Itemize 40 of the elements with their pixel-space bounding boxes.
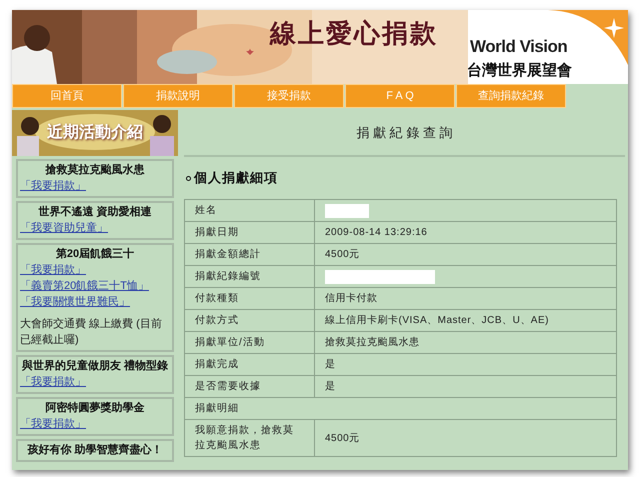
label-cell: 付款方式 bbox=[185, 310, 315, 331]
label-cell: 我願意捐款，搶救莫拉克颱風水患 bbox=[185, 420, 315, 456]
value-cell-text: 4500元 bbox=[324, 248, 361, 262]
logo-subtitle: 台灣世界展望會 bbox=[467, 61, 572, 81]
label-cell: 捐獻金額總計 bbox=[185, 244, 315, 265]
activity-link[interactable]: 「義賣第20飢餓三十T恤」 bbox=[20, 278, 149, 294]
activity-link[interactable]: 「我要捐款」 bbox=[20, 178, 86, 194]
logo-text: World Vision bbox=[470, 36, 568, 58]
activity-link[interactable]: 「我要關懷世界難民」 bbox=[20, 294, 130, 310]
value-cell-text: 線上信用卡刷卡(VISA、Master、JCB、U、AE) bbox=[324, 314, 550, 328]
label-cell: 捐獻日期 bbox=[185, 222, 315, 243]
value-cell-text: 是 bbox=[324, 358, 336, 372]
activity-title: 與世界的兒童做朋友 禮物型錄 bbox=[20, 359, 170, 374]
banner-title: 線上愛心捐款 bbox=[270, 18, 439, 48]
activity-link[interactable]: 「我要捐款」 bbox=[20, 262, 86, 278]
label-cell: 捐獻單位/活動 bbox=[185, 332, 315, 353]
activity-link[interactable]: 「我要資助兒童」 bbox=[20, 220, 108, 236]
banner-label: 近期活動介紹 bbox=[47, 122, 143, 143]
label-cell-text: 捐獻明細 bbox=[194, 402, 240, 416]
value-cell-text: 4500元 bbox=[324, 432, 361, 446]
label-cell: 捐獻完成 bbox=[185, 354, 315, 375]
bullet-icon bbox=[186, 176, 191, 180]
section-title: 個人捐獻細項 bbox=[194, 169, 278, 188]
value-cell-text: 2009-08-14 13:29:16 bbox=[324, 226, 428, 240]
label-cell: 付款種類 bbox=[185, 288, 315, 309]
activity-title: 搶救莫拉克颱風水患 bbox=[44, 163, 146, 178]
activity-title: 第20屆飢餓三十 bbox=[54, 247, 136, 262]
value-cell-text: 信用卡付款 bbox=[324, 292, 378, 306]
activity-title: 世界不遙遠 資助愛相連 bbox=[37, 205, 153, 220]
label-cell: 姓名 bbox=[185, 200, 315, 221]
label-cell: 捐獻紀錄編號 bbox=[185, 266, 315, 287]
value-cell-text: 是 bbox=[324, 380, 336, 394]
activity-note: 大會師交通費 線上繳費 (目前已經截止囉) bbox=[20, 316, 163, 348]
activity-link[interactable]: 「我要捐款」 bbox=[20, 416, 86, 432]
page-heading: 捐 獻 紀 錄 查 詢 bbox=[356, 124, 453, 142]
label-cell: 是否需要收據 bbox=[185, 376, 315, 397]
activity-title: 阿密特圓夢獎助學金 bbox=[44, 401, 146, 416]
activity-link[interactable]: 「我要捐款」 bbox=[20, 374, 86, 390]
value-cell-text: 搶救莫拉克颱風水患 bbox=[324, 336, 420, 350]
activity-title: 孩好有你 助學智慧齊盡心！ bbox=[26, 443, 164, 458]
